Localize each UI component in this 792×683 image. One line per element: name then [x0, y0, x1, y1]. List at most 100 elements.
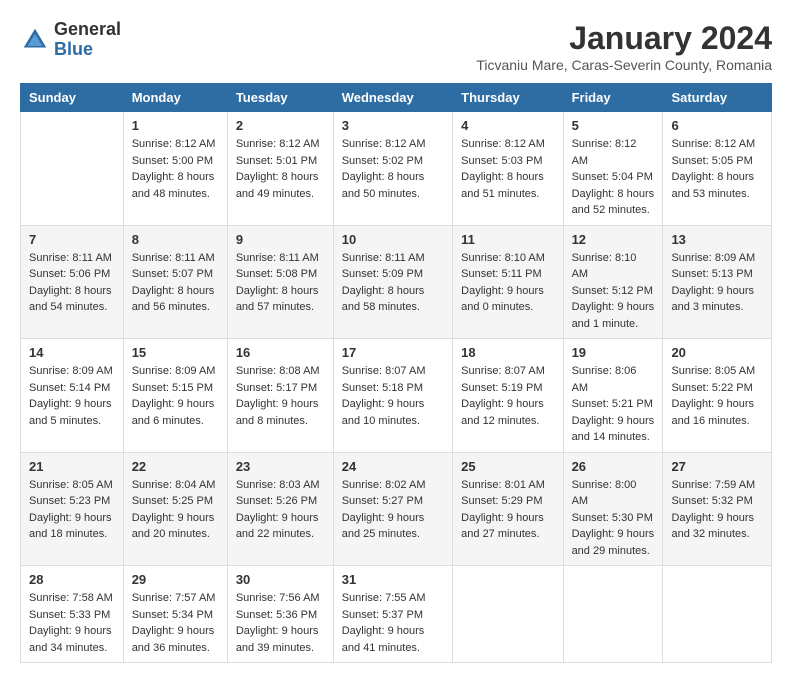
day-info: Sunrise: 8:06 AMSunset: 5:21 PMDaylight:…	[572, 363, 655, 446]
day-number: 30	[236, 572, 325, 587]
calendar-cell: 15 Sunrise: 8:09 AMSunset: 5:15 PMDayligh…	[123, 339, 227, 453]
weekday-header: Saturday	[663, 84, 772, 112]
day-info: Sunrise: 8:10 AMSunset: 5:12 PMDaylight:…	[572, 250, 655, 333]
title-block: January 2024 Ticvaniu Mare, Caras-Severi…	[476, 20, 772, 73]
month-title: January 2024	[476, 20, 772, 57]
day-number: 22	[132, 459, 219, 474]
calendar-cell: 19 Sunrise: 8:06 AMSunset: 5:21 PMDayligh…	[563, 339, 663, 453]
calendar-cell: 9 Sunrise: 8:11 AMSunset: 5:08 PMDaylight…	[227, 225, 333, 339]
day-number: 14	[29, 345, 115, 360]
calendar-cell	[563, 566, 663, 663]
day-info: Sunrise: 7:55 AMSunset: 5:37 PMDaylight:…	[342, 590, 444, 656]
day-info: Sunrise: 8:09 AMSunset: 5:14 PMDaylight:…	[29, 363, 115, 429]
day-number: 6	[671, 118, 763, 133]
day-number: 26	[572, 459, 655, 474]
day-number: 18	[461, 345, 554, 360]
day-number: 31	[342, 572, 444, 587]
calendar-cell: 11 Sunrise: 8:10 AMSunset: 5:11 PMDayligh…	[453, 225, 563, 339]
day-number: 16	[236, 345, 325, 360]
day-info: Sunrise: 8:12 AMSunset: 5:01 PMDaylight:…	[236, 136, 325, 202]
calendar-cell: 5 Sunrise: 8:12 AMSunset: 5:04 PMDaylight…	[563, 112, 663, 226]
calendar-cell: 16 Sunrise: 8:08 AMSunset: 5:17 PMDayligh…	[227, 339, 333, 453]
day-info: Sunrise: 8:05 AMSunset: 5:22 PMDaylight:…	[671, 363, 763, 429]
day-info: Sunrise: 8:11 AMSunset: 5:09 PMDaylight:…	[342, 250, 444, 316]
calendar-cell: 30Sunrise: 7:56 AMSunset: 5:36 PMDayligh…	[227, 566, 333, 663]
day-number: 19	[572, 345, 655, 360]
day-info: Sunrise: 8:00 AMSunset: 5:30 PMDaylight:…	[572, 477, 655, 560]
day-info: Sunrise: 8:12 AMSunset: 5:03 PMDaylight:…	[461, 136, 554, 202]
calendar-cell: 21Sunrise: 8:05 AMSunset: 5:23 PMDayligh…	[21, 452, 124, 566]
day-number: 7	[29, 232, 115, 247]
day-info: Sunrise: 8:12 AMSunset: 5:04 PMDaylight:…	[572, 136, 655, 219]
calendar-cell	[21, 112, 124, 226]
day-info: Sunrise: 8:07 AMSunset: 5:18 PMDaylight:…	[342, 363, 444, 429]
day-number: 17	[342, 345, 444, 360]
day-number: 3	[342, 118, 444, 133]
calendar-cell: 12 Sunrise: 8:10 AMSunset: 5:12 PMDayligh…	[563, 225, 663, 339]
calendar-cell: 18 Sunrise: 8:07 AMSunset: 5:19 PMDayligh…	[453, 339, 563, 453]
day-number: 23	[236, 459, 325, 474]
weekday-header: Monday	[123, 84, 227, 112]
day-number: 15	[132, 345, 219, 360]
day-info: Sunrise: 8:12 AMSunset: 5:00 PMDaylight:…	[132, 136, 219, 202]
day-info: Sunrise: 8:10 AMSunset: 5:11 PMDaylight:…	[461, 250, 554, 316]
page-header: General Blue January 2024 Ticvaniu Mare,…	[20, 20, 772, 73]
day-number: 9	[236, 232, 325, 247]
day-info: Sunrise: 8:07 AMSunset: 5:19 PMDaylight:…	[461, 363, 554, 429]
calendar-week-row: 28Sunrise: 7:58 AMSunset: 5:33 PMDayligh…	[21, 566, 772, 663]
day-info: Sunrise: 8:03 AMSunset: 5:26 PMDaylight:…	[236, 477, 325, 543]
day-info: Sunrise: 7:57 AMSunset: 5:34 PMDaylight:…	[132, 590, 219, 656]
day-info: Sunrise: 8:05 AMSunset: 5:23 PMDaylight:…	[29, 477, 115, 543]
day-info: Sunrise: 8:02 AMSunset: 5:27 PMDaylight:…	[342, 477, 444, 543]
day-number: 11	[461, 232, 554, 247]
day-number: 12	[572, 232, 655, 247]
logo-text: General Blue	[54, 20, 121, 60]
day-number: 2	[236, 118, 325, 133]
day-number: 28	[29, 572, 115, 587]
calendar-cell: 17 Sunrise: 8:07 AMSunset: 5:18 PMDayligh…	[333, 339, 452, 453]
location-title: Ticvaniu Mare, Caras-Severin County, Rom…	[476, 57, 772, 73]
day-info: Sunrise: 8:01 AMSunset: 5:29 PMDaylight:…	[461, 477, 554, 543]
calendar-cell: 29 Sunrise: 7:57 AMSunset: 5:34 PMDayligh…	[123, 566, 227, 663]
day-info: Sunrise: 8:08 AMSunset: 5:17 PMDaylight:…	[236, 363, 325, 429]
day-info: Sunrise: 8:04 AMSunset: 5:25 PMDaylight:…	[132, 477, 219, 543]
calendar-cell: 4 Sunrise: 8:12 AMSunset: 5:03 PMDaylight…	[453, 112, 563, 226]
day-info: Sunrise: 8:11 AMSunset: 5:08 PMDaylight:…	[236, 250, 325, 316]
weekday-header-row: SundayMondayTuesdayWednesdayThursdayFrid…	[21, 84, 772, 112]
day-number: 4	[461, 118, 554, 133]
calendar-cell: 6 Sunrise: 8:12 AMSunset: 5:05 PMDaylight…	[663, 112, 772, 226]
logo-icon	[20, 25, 50, 55]
day-info: Sunrise: 8:09 AMSunset: 5:15 PMDaylight:…	[132, 363, 219, 429]
calendar-body: 1 Sunrise: 8:12 AMSunset: 5:00 PMDaylight…	[21, 112, 772, 663]
calendar-cell	[453, 566, 563, 663]
day-number: 8	[132, 232, 219, 247]
calendar-week-row: 7 Sunrise: 8:11 AMSunset: 5:06 PMDaylight…	[21, 225, 772, 339]
calendar-cell: 22 Sunrise: 8:04 AMSunset: 5:25 PMDayligh…	[123, 452, 227, 566]
day-number: 5	[572, 118, 655, 133]
calendar-cell: 27Sunrise: 7:59 AMSunset: 5:32 PMDayligh…	[663, 452, 772, 566]
calendar-cell: 14 Sunrise: 8:09 AMSunset: 5:14 PMDayligh…	[21, 339, 124, 453]
day-info: Sunrise: 8:12 AMSunset: 5:05 PMDaylight:…	[671, 136, 763, 202]
calendar-cell: 31 Sunrise: 7:55 AMSunset: 5:37 PMDayligh…	[333, 566, 452, 663]
calendar-cell: 13 Sunrise: 8:09 AMSunset: 5:13 PMDayligh…	[663, 225, 772, 339]
calendar-cell: 20 Sunrise: 8:05 AMSunset: 5:22 PMDayligh…	[663, 339, 772, 453]
logo: General Blue	[20, 20, 121, 60]
calendar-cell	[663, 566, 772, 663]
day-number: 24	[342, 459, 444, 474]
weekday-header: Thursday	[453, 84, 563, 112]
logo-blue: Blue	[54, 40, 121, 60]
calendar-cell: 26 Sunrise: 8:00 AMSunset: 5:30 PMDayligh…	[563, 452, 663, 566]
calendar-cell: 25Sunrise: 8:01 AMSunset: 5:29 PMDayligh…	[453, 452, 563, 566]
day-number: 13	[671, 232, 763, 247]
weekday-header: Wednesday	[333, 84, 452, 112]
day-number: 20	[671, 345, 763, 360]
calendar-cell: 3Sunrise: 8:12 AMSunset: 5:02 PMDaylight…	[333, 112, 452, 226]
day-info: Sunrise: 8:11 AMSunset: 5:06 PMDaylight:…	[29, 250, 115, 316]
day-number: 1	[132, 118, 219, 133]
day-number: 29	[132, 572, 219, 587]
calendar-cell: 24 Sunrise: 8:02 AMSunset: 5:27 PMDayligh…	[333, 452, 452, 566]
calendar-cell: 2 Sunrise: 8:12 AMSunset: 5:01 PMDaylight…	[227, 112, 333, 226]
day-number: 10	[342, 232, 444, 247]
day-info: Sunrise: 8:11 AMSunset: 5:07 PMDaylight:…	[132, 250, 219, 316]
day-info: Sunrise: 8:09 AMSunset: 5:13 PMDaylight:…	[671, 250, 763, 316]
